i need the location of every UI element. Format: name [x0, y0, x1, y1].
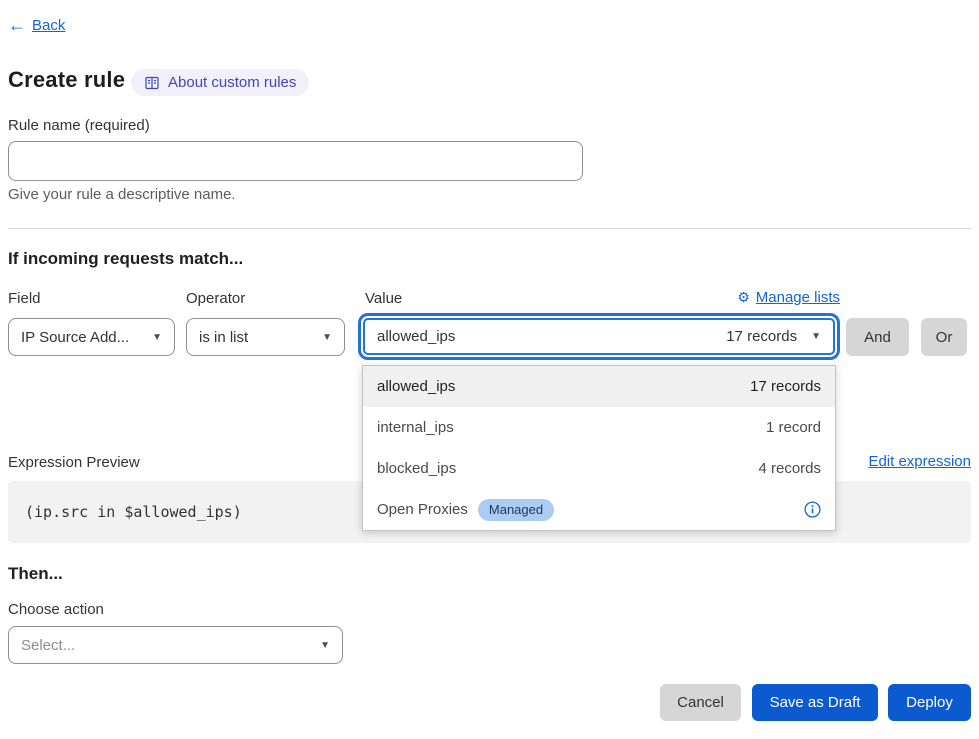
rule-name-helper: Give your rule a descriptive name.: [8, 186, 236, 203]
rule-name-input[interactable]: [8, 141, 583, 181]
list-item-count: 1 record: [766, 419, 821, 436]
list-item-open-proxies[interactable]: Open Proxies Managed: [363, 489, 835, 530]
list-item-name: Open Proxies: [377, 501, 468, 518]
list-item-blocked-ips[interactable]: blocked_ips 4 records: [363, 448, 835, 489]
action-select[interactable]: Select... ▼: [8, 626, 343, 664]
then-section-heading: Then...: [8, 564, 63, 584]
back-arrow-icon: ←: [8, 16, 26, 34]
or-button[interactable]: Or: [921, 318, 967, 356]
about-custom-rules-badge[interactable]: About custom rules: [131, 69, 309, 96]
match-section-heading: If incoming requests match...: [8, 249, 243, 269]
list-item-count: 17 records: [750, 378, 821, 395]
deploy-button[interactable]: Deploy: [888, 684, 971, 721]
section-divider: [8, 228, 971, 229]
edit-expression-label: Edit expression: [868, 453, 971, 470]
list-item-allowed-ips[interactable]: allowed_ips 17 records: [363, 366, 835, 407]
operator-column-label: Operator: [186, 290, 245, 307]
value-select-focus-ring: allowed_ips 17 records ▼: [358, 313, 840, 360]
save-as-draft-button[interactable]: Save as Draft: [752, 684, 878, 721]
choose-action-label: Choose action: [8, 601, 104, 618]
list-item-name: blocked_ips: [377, 460, 456, 477]
back-link[interactable]: ← Back: [8, 16, 65, 34]
field-column-label: Field: [8, 290, 41, 307]
value-dropdown-panel: allowed_ips 17 records internal_ips 1 re…: [362, 365, 836, 531]
chevron-down-icon: ▼: [320, 640, 330, 651]
expression-preview-label: Expression Preview: [8, 454, 140, 471]
about-badge-label: About custom rules: [168, 74, 296, 91]
book-icon: [144, 75, 160, 91]
edit-expression-link[interactable]: Edit expression: [868, 453, 971, 470]
action-select-placeholder: Select...: [21, 637, 75, 654]
chevron-down-icon: ▼: [811, 331, 821, 342]
operator-select[interactable]: is in list ▼: [186, 318, 345, 356]
and-button[interactable]: And: [846, 318, 909, 356]
manage-lists-link[interactable]: ⚙ Manage lists: [737, 289, 840, 306]
list-item-name: allowed_ips: [377, 378, 455, 395]
managed-badge: Managed: [478, 499, 554, 521]
value-column-label: Value: [365, 290, 402, 307]
field-select-value: IP Source Add...: [21, 329, 129, 346]
back-link-label: Back: [32, 17, 65, 34]
info-icon[interactable]: [804, 501, 821, 518]
create-rule-page: ← Back Create rule About custom rules Rul…: [0, 0, 979, 739]
gear-icon: ⚙: [737, 291, 750, 305]
list-item-name: internal_ips: [377, 419, 454, 436]
field-select[interactable]: IP Source Add... ▼: [8, 318, 175, 356]
manage-lists-label: Manage lists: [756, 289, 840, 306]
chevron-down-icon: ▼: [322, 332, 332, 343]
rule-name-label: Rule name (required): [8, 117, 150, 134]
chevron-down-icon: ▼: [152, 332, 162, 343]
list-item-internal-ips[interactable]: internal_ips 1 record: [363, 407, 835, 448]
expression-code: (ip.src in $allowed_ips): [25, 503, 242, 521]
value-select[interactable]: allowed_ips 17 records ▼: [363, 318, 835, 355]
value-select-count: 17 records: [726, 328, 797, 345]
operator-select-value: is in list: [199, 329, 248, 346]
value-select-value: allowed_ips: [377, 328, 455, 345]
page-title: Create rule: [8, 67, 125, 93]
list-item-count: 4 records: [758, 460, 821, 477]
cancel-button[interactable]: Cancel: [660, 684, 741, 721]
